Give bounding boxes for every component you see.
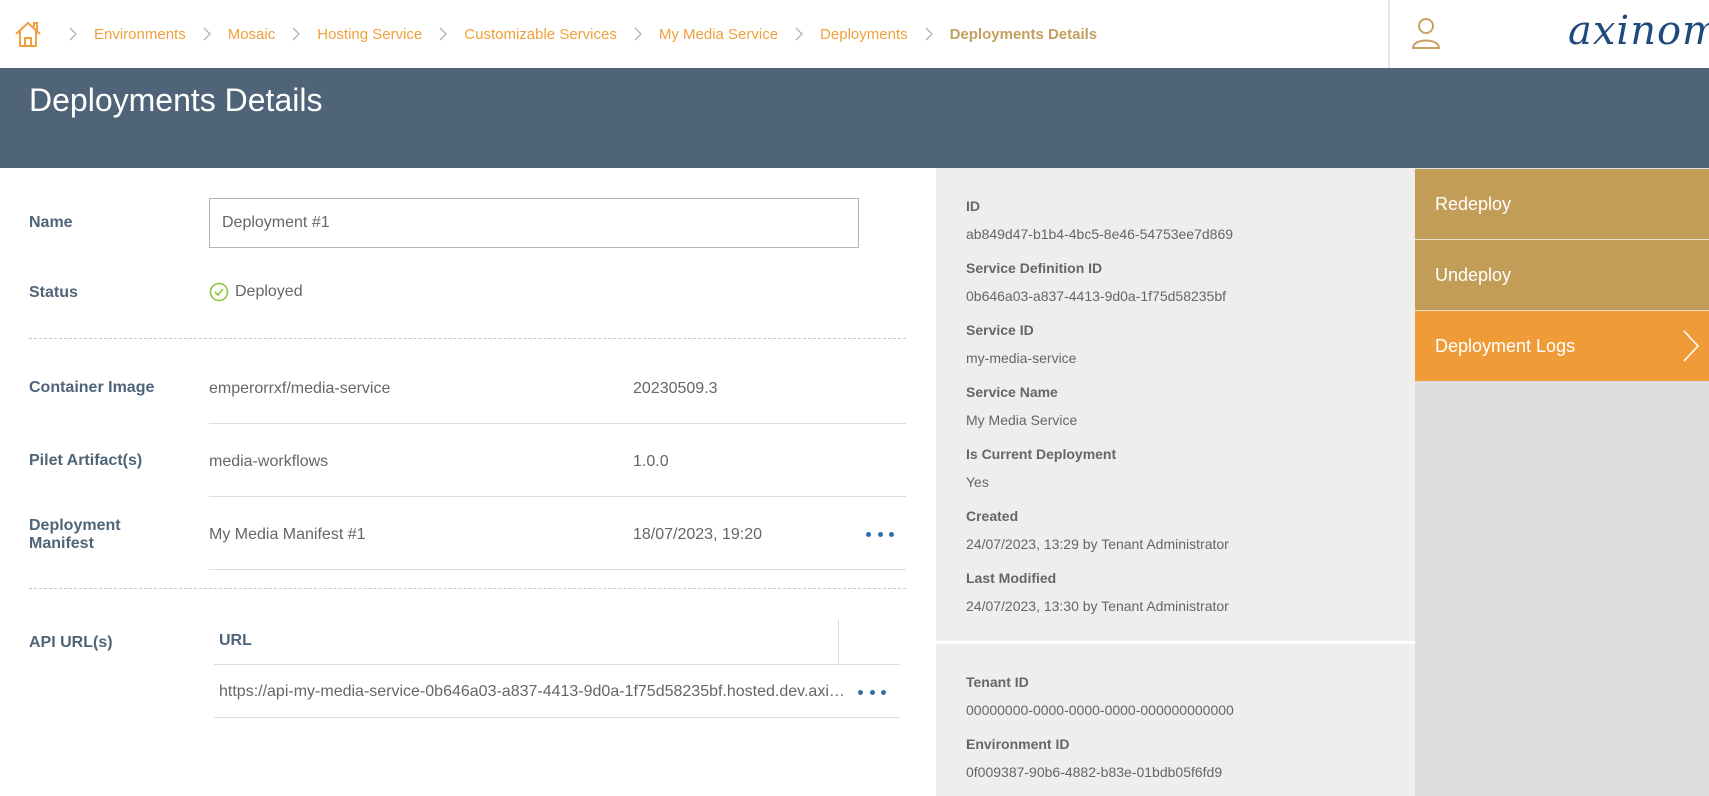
info-value: my-media-service bbox=[966, 350, 1077, 366]
info-field-environment-id: Environment ID 0f009387-90b6-4882-b83e-0… bbox=[966, 736, 1222, 780]
info-label: ID bbox=[966, 198, 980, 214]
more-dot bbox=[881, 689, 886, 695]
container-image-value: emperorrxf/media-service bbox=[209, 380, 391, 397]
more-dot bbox=[869, 689, 875, 695]
info-panel: ID ab849d47-b1b4-4bc5-8e46-54753ee7d869 … bbox=[936, 168, 1415, 796]
section-divider bbox=[29, 588, 906, 589]
breadcrumb: Environments Mosaic Hosting Service Cust… bbox=[14, 0, 1097, 68]
info-field-created: Created 24/07/2023, 13:29 by Tenant Admi… bbox=[966, 508, 1229, 552]
breadcrumb-current: Deployments Details bbox=[949, 25, 1098, 43]
column-divider bbox=[838, 620, 839, 665]
pilet-artifacts-version: 1.0.0 bbox=[633, 453, 669, 470]
breadcrumb-mosaic[interactable]: Mosaic bbox=[228, 26, 276, 43]
redeploy-label: Redeploy bbox=[1435, 193, 1512, 214]
info-label: Service Definition ID bbox=[966, 260, 1103, 276]
info-value: 0b646a03-a837-4413-9d0a-1f75d58235bf bbox=[966, 288, 1227, 304]
info-divider bbox=[936, 641, 1415, 644]
deployment-manifest-date: 18/07/2023, 19:20 bbox=[633, 526, 763, 543]
breadcrumb-hosting-service[interactable]: Hosting Service bbox=[317, 26, 422, 43]
manifest-more-button[interactable] bbox=[866, 527, 894, 541]
info-value: 00000000-0000-0000-0000-000000000000 bbox=[966, 702, 1234, 718]
info-value: My Media Service bbox=[966, 412, 1078, 428]
container-image-label: Container Image bbox=[29, 379, 155, 396]
pilet-artifacts-label: Pilet Artifact(s) bbox=[29, 452, 143, 469]
status-label: Status bbox=[29, 284, 78, 301]
table-row: https://api-my-media-service-0b646a03-a8… bbox=[214, 665, 900, 718]
api-url-value[interactable]: https://api-my-media-service-0b646a03-a8… bbox=[219, 683, 849, 701]
deployment-logs-label: Deployment Logs bbox=[1435, 335, 1576, 356]
deployment-manifest-value: My Media Manifest #1 bbox=[209, 526, 366, 543]
info-value: 24/07/2023, 13:30 by Tenant Administrato… bbox=[966, 598, 1229, 614]
redeploy-button[interactable]: Redeploy bbox=[1415, 169, 1709, 239]
container-image-tag: 20230509.3 bbox=[633, 380, 718, 397]
info-label: Last Modified bbox=[966, 570, 1057, 586]
undeploy-button[interactable]: Undeploy bbox=[1415, 240, 1709, 310]
axinom-logo: axinom! bbox=[1568, 8, 1709, 54]
breadcrumb-environments[interactable]: Environments bbox=[94, 26, 186, 43]
row-divider bbox=[209, 569, 906, 570]
breadcrumb-deployments[interactable]: Deployments bbox=[820, 26, 908, 43]
pilet-artifacts-row: Pilet Artifact(s) media-workflows 1.0.0 bbox=[29, 424, 906, 497]
info-value: ab849d47-b1b4-4bc5-8e46-54753ee7d869 bbox=[966, 226, 1234, 242]
chevron-right-icon bbox=[1681, 329, 1701, 368]
top-bar: Environments Mosaic Hosting Service Cust… bbox=[0, 0, 1709, 68]
page-title: Deployments Details bbox=[29, 82, 323, 118]
deployment-manifest-row: Deployment Manifest My Media Manifest #1… bbox=[29, 497, 906, 570]
info-field-tenant-id: Tenant ID 00000000-0000-0000-0000-000000… bbox=[966, 674, 1234, 718]
page-banner: Deployments Details bbox=[0, 68, 1709, 168]
info-field-service-definition-id: Service Definition ID 0b646a03-a837-4413… bbox=[966, 260, 1226, 304]
status-row: Status Deployed bbox=[29, 264, 906, 314]
info-field-id: ID ab849d47-b1b4-4bc5-8e46-54753ee7d869 bbox=[966, 198, 1233, 242]
chevron-right-icon bbox=[202, 27, 212, 41]
url-more-button[interactable] bbox=[858, 685, 886, 699]
actions-panel: Redeploy Undeploy Deployment Logs bbox=[1415, 168, 1709, 796]
check-circle-icon bbox=[209, 282, 229, 302]
deployment-manifest-label: Deployment Manifest bbox=[29, 517, 121, 552]
container-image-row: Container Image emperorrxf/media-service… bbox=[29, 351, 906, 424]
undeploy-label: Undeploy bbox=[1435, 264, 1512, 285]
info-label: Service ID bbox=[966, 322, 1034, 338]
url-column-header: URL bbox=[219, 632, 252, 649]
info-value: Yes bbox=[966, 474, 989, 490]
details-form: Name Status Deployed Container Image emp… bbox=[0, 168, 936, 796]
info-label: Service Name bbox=[966, 384, 1058, 400]
user-icon[interactable] bbox=[1410, 16, 1442, 50]
api-urls-label: API URL(s) bbox=[29, 634, 113, 651]
chevron-right-icon bbox=[924, 27, 934, 41]
breadcrumb-my-media-service[interactable]: My Media Service bbox=[659, 26, 778, 43]
more-dot bbox=[889, 531, 894, 537]
section-divider bbox=[29, 338, 906, 339]
table-header: URL bbox=[214, 620, 900, 665]
info-field-is-current-deployment: Is Current Deployment Yes bbox=[966, 446, 1116, 490]
info-label: Environment ID bbox=[966, 736, 1070, 752]
header-divider bbox=[1388, 0, 1390, 68]
info-label: Is Current Deployment bbox=[966, 446, 1117, 462]
name-label: Name bbox=[29, 214, 73, 231]
info-field-last-modified: Last Modified 24/07/2023, 13:30 by Tenan… bbox=[966, 570, 1229, 614]
home-icon[interactable] bbox=[14, 20, 42, 48]
info-label: Created bbox=[966, 508, 1019, 524]
info-field-service-name: Service Name My Media Service bbox=[966, 384, 1077, 428]
name-input[interactable] bbox=[209, 198, 859, 248]
status-value: Deployed bbox=[235, 283, 303, 300]
pilet-artifacts-value: media-workflows bbox=[209, 453, 329, 470]
api-urls-table: URL https://api-my-media-service-0b646a0… bbox=[214, 620, 900, 718]
breadcrumb-customizable-services[interactable]: Customizable Services bbox=[464, 26, 617, 43]
chevron-right-icon bbox=[291, 27, 301, 41]
chevron-right-icon bbox=[633, 27, 643, 41]
info-value: 24/07/2023, 13:29 by Tenant Administrato… bbox=[966, 536, 1229, 552]
deployment-logs-button[interactable]: Deployment Logs bbox=[1415, 311, 1709, 381]
status-badge: Deployed bbox=[209, 282, 303, 302]
more-dot bbox=[877, 531, 883, 537]
more-dot bbox=[858, 689, 863, 695]
info-value: 0f009387-90b6-4882-b83e-01bdb05f6fd9 bbox=[966, 764, 1223, 780]
info-label: Tenant ID bbox=[966, 674, 1029, 690]
more-dot bbox=[866, 531, 871, 537]
chevron-right-icon bbox=[68, 27, 78, 41]
chevron-right-icon bbox=[794, 27, 804, 41]
chevron-right-icon bbox=[438, 27, 448, 41]
info-field-service-id: Service ID my-media-service bbox=[966, 322, 1076, 366]
